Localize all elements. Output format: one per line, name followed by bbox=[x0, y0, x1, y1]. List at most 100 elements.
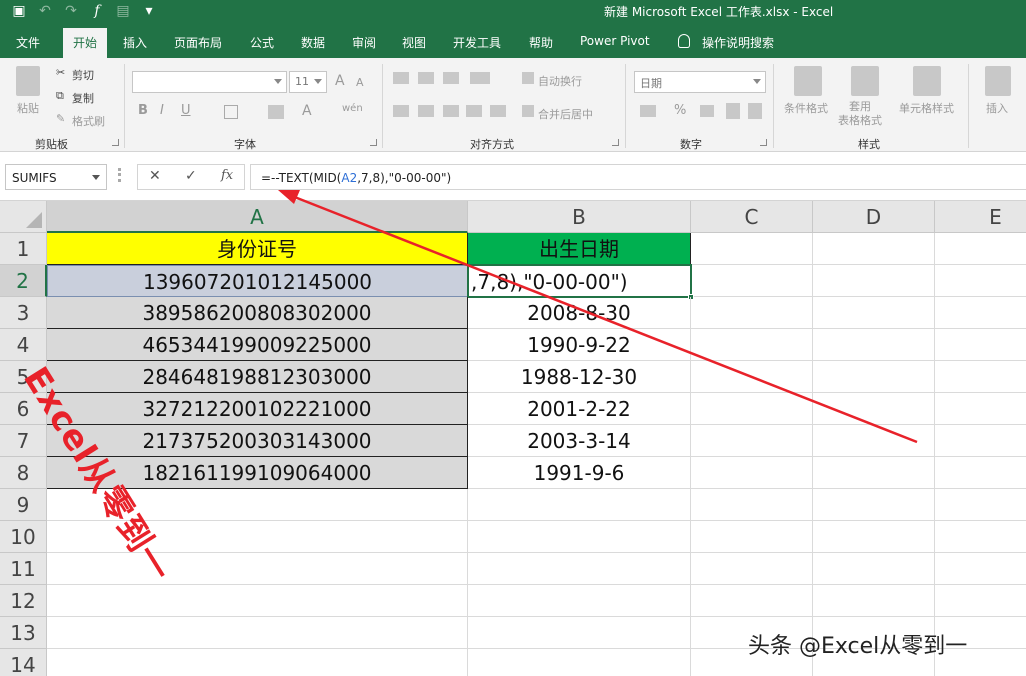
tab-view[interactable]: 视图 bbox=[402, 34, 426, 51]
italic-button[interactable]: I bbox=[160, 103, 164, 118]
cell-b4[interactable]: 1990-9-22 bbox=[468, 329, 691, 361]
row-header[interactable]: 10 bbox=[0, 521, 47, 553]
merge-center-icon[interactable] bbox=[522, 105, 534, 117]
borders-icon[interactable] bbox=[224, 105, 238, 119]
formula-bar-resize-handle[interactable] bbox=[118, 168, 121, 182]
wrap-text-icon[interactable] bbox=[522, 72, 534, 84]
cell-b3[interactable]: 2008-8-30 bbox=[468, 297, 691, 329]
format-as-table-button[interactable]: 套用 表格格式 bbox=[838, 100, 882, 128]
cell-a6[interactable]: 327212200102221000 bbox=[47, 393, 468, 425]
tab-formulas[interactable]: 公式 bbox=[250, 34, 274, 51]
align-middle-icon[interactable] bbox=[418, 72, 434, 84]
cell-styles-button[interactable]: 单元格样式 bbox=[899, 100, 954, 116]
align-top-icon[interactable] bbox=[393, 72, 409, 84]
tab-help[interactable]: 帮助 bbox=[529, 34, 553, 51]
paste-button[interactable]: 粘贴 bbox=[17, 100, 39, 116]
alignment-launcher-icon[interactable] bbox=[612, 139, 619, 146]
row-header[interactable]: 11 bbox=[0, 553, 47, 585]
cell-b2-editing[interactable]: ,7,8),"0-00-00") bbox=[467, 264, 694, 300]
cell-a2[interactable]: 139607201012145000 bbox=[47, 265, 468, 297]
row-header[interactable]: 2 bbox=[0, 265, 47, 297]
column-header-b[interactable]: B bbox=[468, 201, 691, 233]
align-left-icon[interactable] bbox=[393, 105, 409, 117]
column-header-c[interactable]: C bbox=[691, 201, 813, 233]
tab-power-pivot[interactable]: Power Pivot bbox=[580, 34, 650, 48]
insert-cells-button[interactable]: 插入 bbox=[986, 100, 1008, 116]
number-format-combo[interactable]: 日期 bbox=[634, 71, 766, 93]
tab-insert[interactable]: 插入 bbox=[123, 34, 147, 51]
cut-icon[interactable]: ✂ bbox=[56, 66, 65, 79]
formula-input[interactable]: =--TEXT(MID(A2,7,8),"0-00-00") bbox=[250, 164, 1026, 190]
grow-font-icon[interactable]: A bbox=[335, 73, 345, 89]
row-header[interactable]: 13 bbox=[0, 617, 47, 649]
cell-b7[interactable]: 2003-3-14 bbox=[468, 425, 691, 457]
decrease-indent-icon[interactable] bbox=[466, 105, 482, 117]
bold-button[interactable]: B bbox=[138, 103, 148, 118]
cell-a4[interactable]: 465344199009225000 bbox=[47, 329, 468, 361]
font-launcher-icon[interactable] bbox=[370, 139, 377, 146]
format-as-table-icon[interactable] bbox=[851, 66, 879, 96]
clipboard-launcher-icon[interactable] bbox=[112, 139, 119, 146]
phonetic-icon[interactable]: wén bbox=[342, 103, 363, 114]
redo-icon[interactable]: ↷ bbox=[62, 2, 80, 20]
customize-qat-icon[interactable]: ▾ bbox=[140, 2, 158, 20]
format-painter-button[interactable]: 格式刷 bbox=[72, 113, 105, 129]
paste-icon[interactable] bbox=[16, 66, 40, 96]
row-header[interactable]: 12 bbox=[0, 585, 47, 617]
cell-b8[interactable]: 1991-9-6 bbox=[468, 457, 691, 489]
conditional-format-button[interactable]: 条件格式 bbox=[784, 100, 828, 116]
save-icon[interactable]: ▣ bbox=[10, 2, 28, 20]
orientation-icon[interactable] bbox=[470, 72, 490, 84]
tab-data[interactable]: 数据 bbox=[301, 34, 325, 51]
decrease-decimal-icon[interactable] bbox=[748, 103, 762, 119]
insert-cells-icon[interactable] bbox=[985, 66, 1011, 96]
increase-indent-icon[interactable] bbox=[490, 105, 506, 117]
cell-b6[interactable]: 2001-2-22 bbox=[468, 393, 691, 425]
row-header[interactable]: 1 bbox=[0, 233, 47, 265]
cell-b5[interactable]: 1988-12-30 bbox=[468, 361, 691, 393]
copy-button[interactable]: 复制 bbox=[72, 90, 94, 106]
select-all-button[interactable] bbox=[0, 201, 47, 233]
cut-button[interactable]: 剪切 bbox=[72, 67, 94, 83]
increase-decimal-icon[interactable] bbox=[726, 103, 740, 119]
column-header-d[interactable]: D bbox=[813, 201, 935, 233]
format-painter-icon[interactable]: ✎ bbox=[56, 112, 65, 125]
tab-page-layout[interactable]: 页面布局 bbox=[174, 34, 222, 51]
row-header[interactable]: 14 bbox=[0, 649, 47, 676]
column-header-e[interactable]: E bbox=[935, 201, 1026, 233]
merge-center-button[interactable]: 合并后居中 bbox=[538, 106, 593, 122]
cell-a3[interactable]: 389586200808302000 bbox=[47, 297, 468, 329]
fill-color-icon[interactable] bbox=[268, 105, 284, 119]
row-header[interactable]: 3 bbox=[0, 297, 47, 329]
align-bottom-icon[interactable] bbox=[443, 72, 459, 84]
undo-icon[interactable]: ↶ bbox=[36, 2, 54, 20]
fx-icon[interactable]: f bbox=[88, 2, 106, 20]
font-color-icon[interactable]: A bbox=[302, 103, 312, 119]
tell-me-search[interactable]: 操作说明搜索 bbox=[702, 34, 774, 51]
comma-style-icon[interactable] bbox=[700, 105, 714, 117]
align-center-icon[interactable] bbox=[418, 105, 434, 117]
cell-a1[interactable]: 身份证号 bbox=[47, 233, 468, 265]
font-size-combo[interactable]: 11 bbox=[289, 71, 327, 93]
underline-button[interactable]: U bbox=[181, 103, 191, 118]
form-icon[interactable]: ▤ bbox=[114, 2, 132, 20]
tab-developer[interactable]: 开发工具 bbox=[453, 34, 501, 51]
row-header[interactable]: 9 bbox=[0, 489, 47, 521]
name-box[interactable]: SUMIFS bbox=[5, 164, 107, 190]
chevron-down-icon[interactable] bbox=[92, 175, 100, 180]
row-header[interactable]: 8 bbox=[0, 457, 47, 489]
row-header[interactable]: 7 bbox=[0, 425, 47, 457]
cell-b1[interactable]: 出生日期 bbox=[468, 233, 691, 265]
wrap-text-button[interactable]: 自动换行 bbox=[538, 73, 582, 89]
copy-icon[interactable]: ⧉ bbox=[56, 89, 64, 103]
percent-button[interactable]: % bbox=[674, 103, 686, 118]
insert-function-icon[interactable]: fx bbox=[221, 168, 233, 183]
tab-home[interactable]: 开始 bbox=[63, 28, 108, 58]
tab-file[interactable]: 文件 bbox=[16, 34, 40, 51]
tab-review[interactable]: 审阅 bbox=[352, 34, 376, 51]
number-launcher-icon[interactable] bbox=[760, 139, 767, 146]
worksheet-grid[interactable]: A B C D E 1 2 3 4 5 6 7 8 9 10 11 12 13 … bbox=[0, 201, 1026, 676]
column-header-a[interactable]: A bbox=[47, 201, 468, 233]
cancel-icon[interactable]: ✕ bbox=[149, 168, 161, 184]
cell-a5[interactable]: 284648198812303000 bbox=[47, 361, 468, 393]
